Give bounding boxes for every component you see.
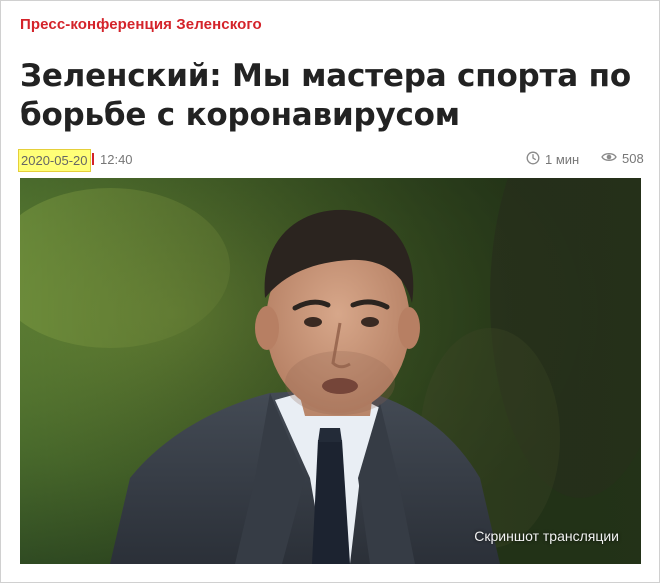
views-value: 508 <box>622 151 644 166</box>
article-photo[interactable]: Скриншот трансляции <box>20 178 641 564</box>
read-time: 1 мин <box>526 151 579 168</box>
article-title: Зеленский: Мы мастера спорта по борьбе с… <box>20 58 631 133</box>
read-time-value: 1 мин <box>545 152 580 167</box>
photo-caption: Скриншот трансляции <box>474 528 619 544</box>
clock-icon <box>526 151 540 168</box>
article-card: Пресс-конференция Зеленского Зеленский: … <box>0 0 660 583</box>
publish-time: 12:40 <box>100 152 133 167</box>
eye-icon <box>601 151 617 166</box>
rubric-link[interactable]: Пресс-конференция Зеленского <box>20 16 262 33</box>
publish-date: 2020-05-20 <box>18 149 91 172</box>
article-meta: 2020-05-20 12:40 1 мин 508 <box>18 149 644 172</box>
views-count: 508 <box>601 151 644 166</box>
meta-separator <box>92 153 94 165</box>
photo-illustration <box>20 178 641 564</box>
